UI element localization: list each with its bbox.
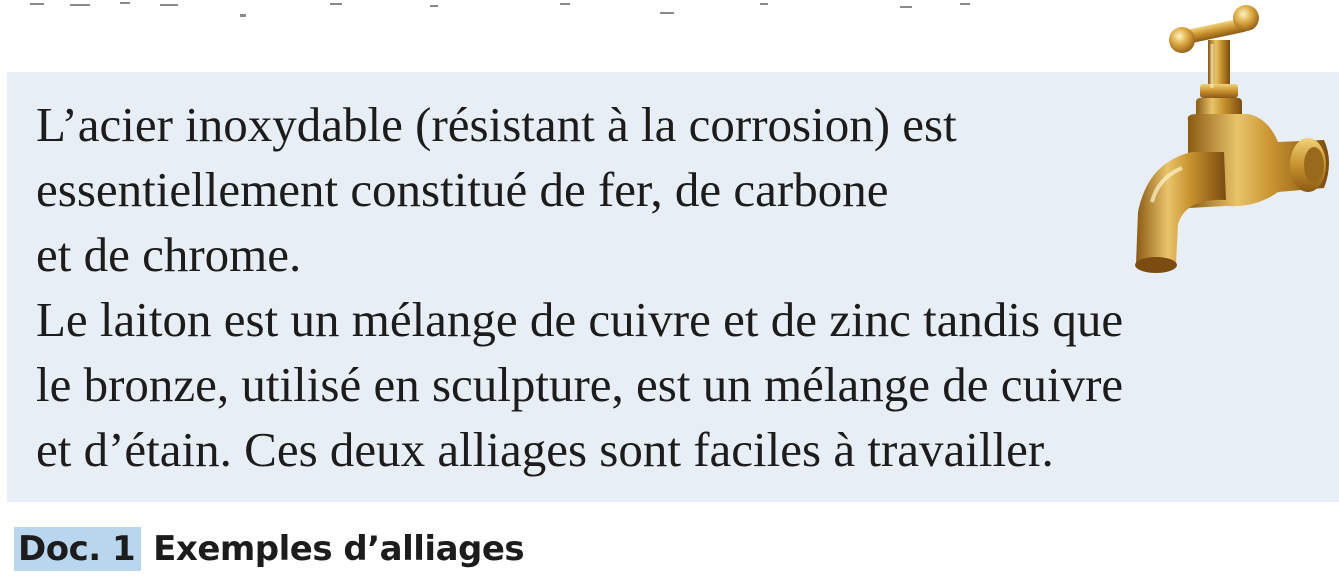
text-line: et d’étain. Ces deux alliages sont facil…: [36, 422, 1054, 477]
document-caption: Doc. 1 Exemples d’alliages: [14, 523, 525, 575]
doc-title: Exemples d’alliages: [153, 529, 525, 569]
brass-faucet-image: [1135, 5, 1329, 273]
doc-number-badge: Doc. 1: [14, 527, 142, 571]
text-line: Le laiton est un mélange de cuivre et de…: [36, 292, 1124, 347]
text-line: le bronze, utilisé en sculpture, est un …: [36, 357, 1124, 412]
